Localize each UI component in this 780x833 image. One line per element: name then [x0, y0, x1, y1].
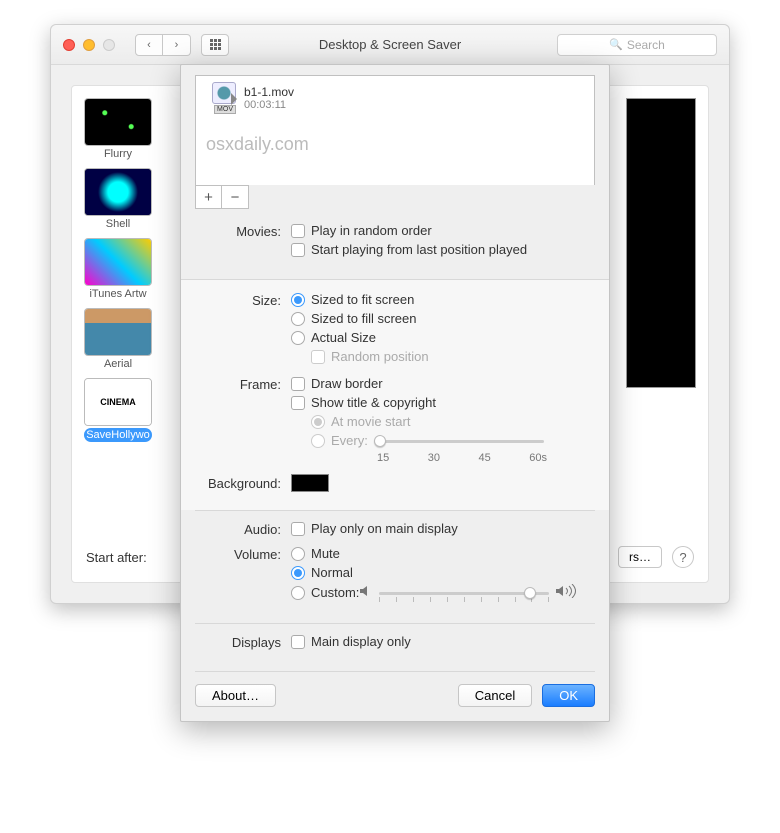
nav-segment: ‹ › [135, 34, 191, 56]
thumb-itunes[interactable] [84, 238, 152, 286]
file-row[interactable]: MOV b1-1.mov 00:03:11 [196, 76, 594, 120]
volume-custom-radio[interactable]: Custom: [291, 584, 595, 601]
back-button[interactable]: ‹ [135, 34, 163, 56]
thumb-label: Shell [84, 218, 152, 230]
frame-label: Frame: [195, 376, 291, 392]
thumb-label: iTunes Artw [84, 288, 152, 300]
grid-icon [210, 39, 221, 50]
window-title: Desktop & Screen Saver [319, 37, 461, 52]
screensaver-options-button[interactable]: rs… [618, 546, 662, 568]
size-fit-radio[interactable]: Sized to fit screen [291, 292, 595, 307]
remove-button[interactable]: − [222, 186, 248, 208]
volume-normal-radio[interactable]: Normal [291, 565, 595, 580]
thumb-savehollywood[interactable]: CINEMA [84, 378, 152, 426]
watermark-text: osxdaily.com [196, 120, 594, 163]
draw-border-checkbox[interactable]: Draw border [291, 376, 595, 391]
movie-file-list[interactable]: MOV b1-1.mov 00:03:11 osxdaily.com [195, 75, 595, 185]
show-title-checkbox[interactable]: Show title & copyright [291, 395, 595, 410]
about-button[interactable]: About… [195, 684, 276, 707]
show-all-button[interactable] [201, 34, 229, 56]
dialog-buttons: About… Cancel OK [195, 671, 595, 707]
movies-label: Movies: [195, 223, 291, 239]
random-order-checkbox[interactable]: Play in random order [291, 223, 595, 238]
thumb-label: Flurry [84, 148, 152, 160]
titlebar: ‹ › Desktop & Screen Saver Search [51, 25, 729, 65]
close-icon[interactable] [63, 39, 75, 51]
audio-label: Audio: [195, 521, 291, 537]
size-label: Size: [195, 292, 291, 308]
thumb-aerial[interactable] [84, 308, 152, 356]
screensaver-thumbnails: Flurry Shell iTunes Artw Aerial CINEMA S… [84, 98, 162, 450]
thumb-label: Aerial [84, 358, 152, 370]
audio-main-checkbox[interactable]: Play only on main display [291, 521, 595, 536]
thumb-flurry[interactable] [84, 98, 152, 146]
background-color-well[interactable] [291, 474, 329, 492]
thumb-shell[interactable] [84, 168, 152, 216]
volume-slider[interactable] [379, 586, 549, 600]
interval-slider [374, 434, 544, 448]
file-duration: 00:03:11 [244, 99, 294, 111]
resume-checkbox[interactable]: Start playing from last position played [291, 242, 595, 257]
file-name: b1-1.mov [244, 85, 294, 99]
options-sheet: MOV b1-1.mov 00:03:11 osxdaily.com + − M… [180, 64, 610, 722]
random-position-checkbox: Random position [311, 349, 595, 364]
thumb-label: SaveHollywo [84, 428, 152, 442]
volume-mute-radio[interactable]: Mute [291, 546, 595, 561]
cancel-button[interactable]: Cancel [458, 684, 532, 707]
minimize-icon[interactable] [83, 39, 95, 51]
main-display-checkbox[interactable]: Main display only [291, 634, 595, 649]
search-input[interactable]: Search [557, 34, 717, 56]
forward-button[interactable]: › [163, 34, 191, 56]
start-after-label: Start after: [86, 550, 147, 565]
traffic-lights [63, 39, 115, 51]
at-start-radio: At movie start [311, 414, 595, 429]
zoom-icon [103, 39, 115, 51]
add-button[interactable]: + [196, 186, 222, 208]
size-fill-radio[interactable]: Sized to fill screen [291, 311, 595, 326]
volume-label: Volume: [195, 546, 291, 562]
ok-button[interactable]: OK [542, 684, 595, 707]
slider-labels: 15 30 45 60s [377, 452, 547, 464]
preview-area [626, 98, 696, 388]
background-label: Background: [195, 475, 291, 491]
every-radio: Every: [311, 433, 595, 448]
quicktime-icon: MOV [204, 82, 236, 114]
speaker-max-icon [555, 584, 577, 601]
help-button[interactable]: ? [672, 546, 694, 568]
size-actual-radio[interactable]: Actual Size [291, 330, 595, 345]
displays-label: Displays [195, 634, 291, 650]
speaker-min-icon [359, 585, 373, 600]
add-remove-segment: + − [195, 185, 249, 209]
